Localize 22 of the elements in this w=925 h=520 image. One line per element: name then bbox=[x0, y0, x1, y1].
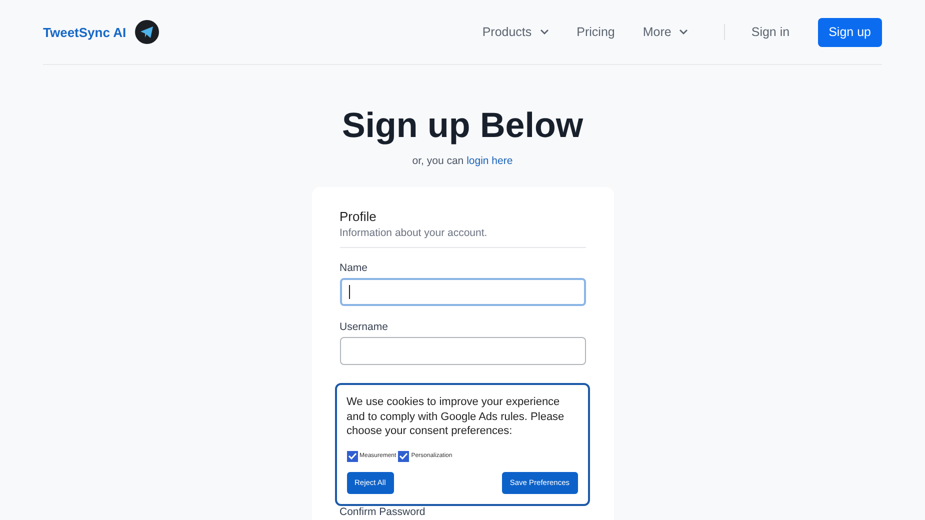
paper-plane-logo-icon bbox=[135, 20, 160, 44]
checkbox[interactable] bbox=[346, 450, 358, 462]
field-label: Username bbox=[340, 321, 389, 333]
sign-up-button[interactable]: Sign up bbox=[818, 18, 882, 46]
section-hint: Information about your account. bbox=[340, 227, 488, 239]
nav-link[interactable]: Pricing bbox=[576, 25, 615, 39]
chevron-down-icon[interactable] bbox=[679, 29, 688, 35]
subtitle-text: or, you can bbox=[412, 155, 464, 167]
nav-link[interactable]: Products bbox=[482, 25, 549, 39]
chevron-down-icon[interactable] bbox=[540, 29, 549, 35]
sign-in-link[interactable]: Sign in bbox=[751, 25, 790, 39]
input-field[interactable] bbox=[340, 278, 586, 306]
cookie-message: We use cookies to improve your experience and to comply with Google Ads rules. Please choose your consent preferences: bbox=[346, 395, 566, 438]
brand-name[interactable]: TweetSync AI bbox=[43, 24, 126, 40]
page-title: Sign up Below bbox=[340, 105, 584, 147]
nav-link[interactable]: More bbox=[642, 25, 688, 39]
input-field[interactable] bbox=[340, 337, 586, 365]
field-label: Confirm Password bbox=[340, 506, 426, 518]
checkbox[interactable] bbox=[398, 450, 410, 462]
section-title: Profile bbox=[340, 209, 378, 224]
login-link[interactable]: login here bbox=[466, 155, 513, 167]
field-label: Name bbox=[340, 262, 369, 274]
